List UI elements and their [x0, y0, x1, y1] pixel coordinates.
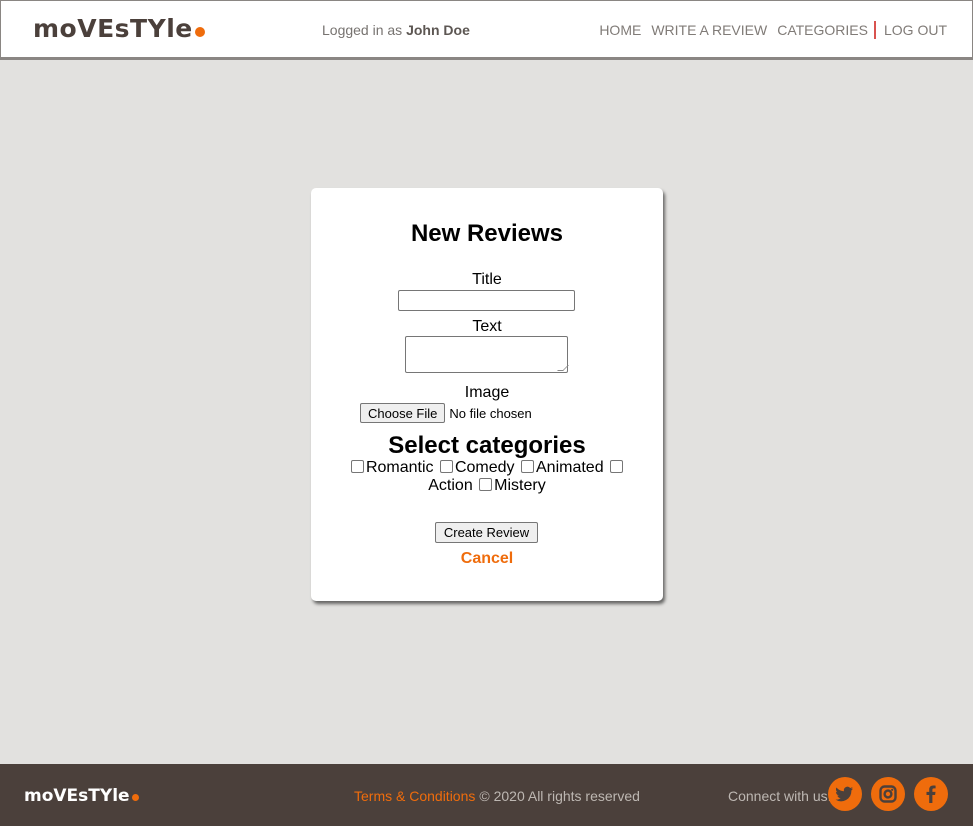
footer-logo[interactable]: moVEsTYle [24, 786, 139, 806]
site-footer: moVEsTYle Terms & Conditions © 2020 All r… [0, 764, 973, 826]
main-nav: HOME WRITE A REVIEW CATEGORIES LOG OUT [589, 21, 947, 39]
nav-logout[interactable]: LOG OUT [884, 22, 947, 38]
category-label: Mistery [494, 477, 546, 494]
category-label: Comedy [454, 459, 515, 476]
category-label: Romantic [365, 459, 434, 476]
logo-dot [131, 794, 139, 801]
instagram-icon[interactable] [871, 777, 905, 811]
nav-home[interactable]: HOME [599, 22, 641, 38]
cancel-link[interactable]: Cancel [311, 550, 663, 568]
title-input[interactable] [398, 290, 575, 311]
category-label: Action [428, 477, 473, 494]
text-textarea[interactable] [405, 336, 569, 373]
connect-label: Connect with us: [728, 788, 832, 804]
create-review-button[interactable]: Create Review [435, 522, 538, 543]
form-heading: New Reviews [410, 220, 564, 247]
checkbox-mistery[interactable] [479, 478, 493, 491]
terms-link[interactable]: Terms & Conditions [354, 788, 475, 804]
twitter-icon[interactable] [828, 777, 862, 811]
footer-legal: Terms & Conditions © 2020 All rights rese… [354, 788, 640, 804]
user-name: John Doe [406, 22, 470, 38]
checkbox-romantic[interactable] [350, 460, 364, 473]
text-label: Text [472, 318, 502, 335]
checkbox-comedy[interactable] [439, 460, 453, 473]
choose-file-button[interactable]: Choose File [360, 403, 446, 423]
logo-dot [194, 27, 205, 37]
checkbox-action[interactable] [610, 460, 624, 473]
facebook-icon[interactable] [914, 777, 948, 811]
logged-in-status: Logged in as John Doe [322, 22, 470, 38]
nav-categories[interactable]: CATEGORIES [777, 22, 868, 38]
categories-list: Romantic Comedy Animated Action Mistery [347, 459, 627, 495]
site-header: moVEsTYle Logged in as John Doe HOME WRI… [0, 0, 973, 60]
site-logo[interactable]: moVEsTYle [33, 14, 205, 43]
resize-handle[interactable] [557, 365, 569, 371]
checkbox-animated[interactable] [521, 460, 534, 473]
image-label: Image [464, 384, 510, 401]
categories-heading: Select categories [388, 432, 586, 459]
category-label: Animated [536, 459, 604, 476]
copyright: © 2020 All rights reserved [479, 788, 640, 804]
review-form-card: New Reviews Title Text Image Choose File… [311, 188, 663, 601]
nav-divider [873, 21, 876, 39]
title-label: Title [472, 271, 502, 288]
nav-write-review[interactable]: WRITE A REVIEW [651, 22, 767, 38]
file-status: No file chosen [449, 405, 532, 421]
file-input: Choose File No file chosen [360, 403, 532, 423]
